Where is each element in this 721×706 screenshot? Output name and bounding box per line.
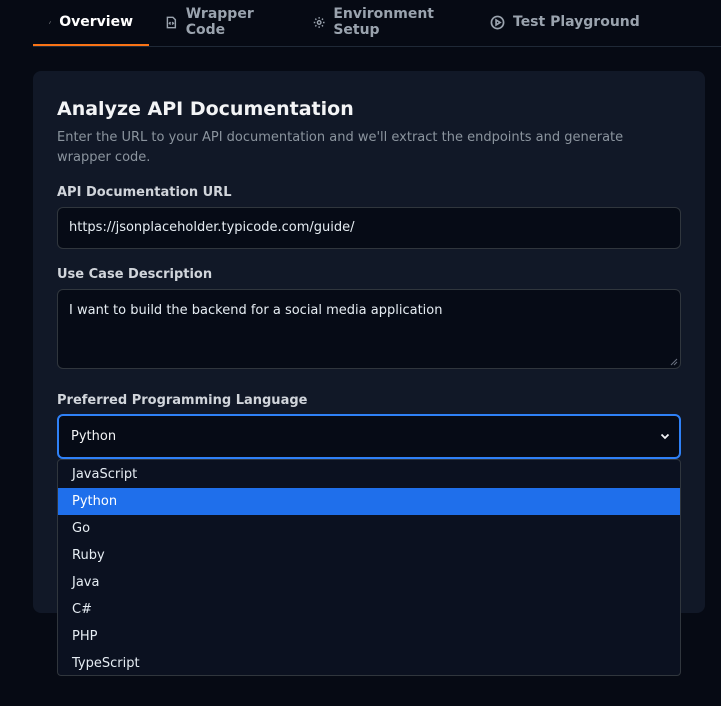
tab-overview[interactable]: Overview: [33, 0, 149, 46]
tab-label: Overview: [59, 14, 133, 30]
option-go[interactable]: Go: [58, 515, 680, 542]
url-label: API Documentation URL: [57, 185, 232, 200]
tab-wrapper-code[interactable]: Wrapper Code: [149, 0, 297, 44]
language-label: Preferred Programming Language: [57, 393, 308, 408]
url-input[interactable]: https://jsonplaceholder.typicode.com/gui…: [57, 207, 681, 249]
option-php[interactable]: PHP: [58, 623, 680, 650]
card-title: Analyze API Documentation: [57, 98, 354, 120]
play-circle-icon: [490, 15, 505, 29]
card-description: Enter the URL to your API documentation …: [57, 130, 624, 165]
tab-environment-setup[interactable]: Environment Setup: [297, 0, 474, 44]
usecase-text: I want to build the backend for a social…: [69, 303, 443, 318]
option-csharp[interactable]: C#: [58, 596, 680, 623]
tab-label: Environment Setup: [333, 6, 434, 38]
option-java[interactable]: Java: [58, 569, 680, 596]
option-ruby[interactable]: Ruby: [58, 542, 680, 569]
gear-icon: [313, 16, 325, 28]
option-javascript[interactable]: JavaScript: [58, 461, 680, 488]
resize-handle-icon[interactable]: [670, 358, 678, 366]
language-select[interactable]: Python: [57, 414, 681, 459]
language-dropdown-list: JavaScript Python Go Ruby Java C# PHP Ty…: [57, 459, 681, 676]
expand-icon: [49, 21, 52, 23]
option-python[interactable]: Python: [58, 488, 680, 515]
language-selected-value: Python: [71, 429, 117, 444]
chevron-down-icon: [660, 433, 670, 440]
tab-bar: Overview Wrapper Code Environment Setup …: [33, 0, 721, 47]
tab-label: Test Playground: [513, 14, 640, 30]
tab-label: Wrapper Code: [185, 6, 254, 38]
code-file-icon: [166, 16, 177, 28]
tab-test-playground[interactable]: Test Playground: [474, 0, 656, 44]
option-typescript[interactable]: TypeScript: [58, 650, 680, 677]
usecase-label: Use Case Description: [57, 267, 213, 282]
usecase-textarea[interactable]: I want to build the backend for a social…: [57, 289, 681, 369]
